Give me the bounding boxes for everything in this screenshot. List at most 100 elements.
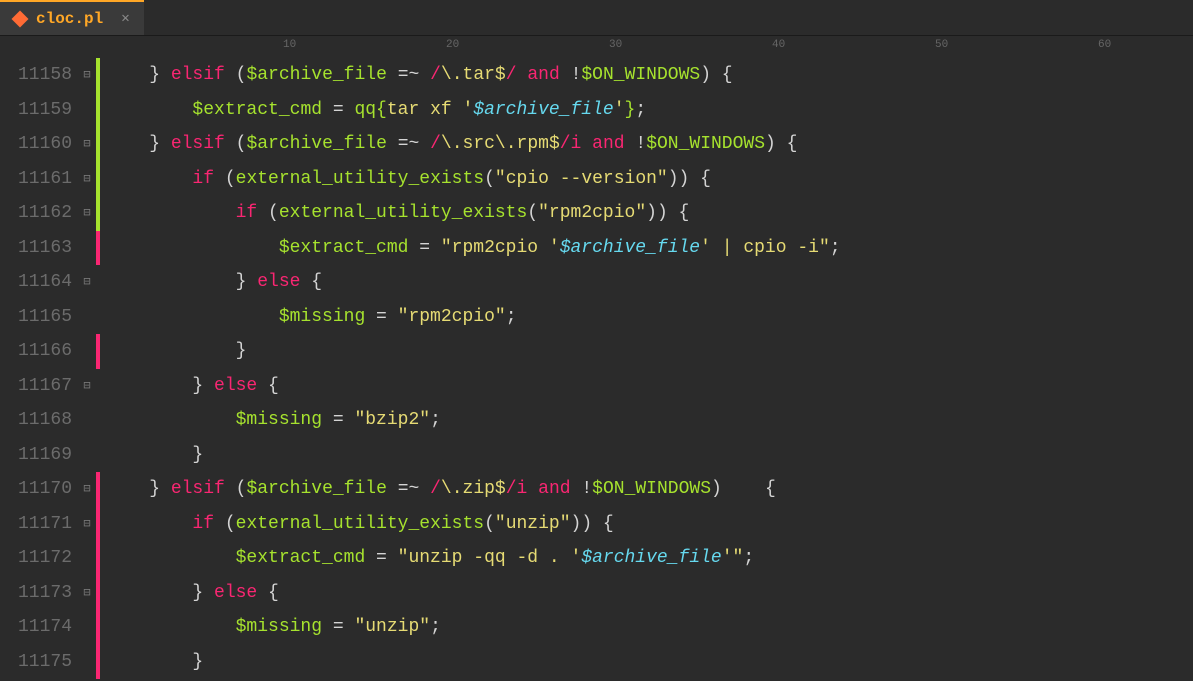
ruler: 102030405060 — [130, 36, 1193, 58]
token-id: $missing — [236, 617, 322, 637]
fold-toggle[interactable]: ⊟ — [78, 576, 96, 611]
token-kw: else — [214, 583, 257, 603]
token-varstr: $archive_file — [581, 548, 721, 568]
code-area[interactable]: } elsif ($archive_file =~ /\.tar$/ and !… — [100, 58, 1193, 679]
token-p — [106, 134, 149, 154]
token-op: = — [322, 410, 354, 430]
fold-toggle[interactable]: ⊟ — [78, 265, 96, 300]
line-number: 11169 — [0, 438, 72, 473]
token-p: ) { — [765, 134, 797, 154]
line-number: 11166 — [0, 334, 72, 369]
token-p: ( — [484, 514, 495, 534]
code-line[interactable]: } else { — [106, 369, 1193, 404]
token-p: } — [192, 652, 203, 672]
token-p: } — [149, 134, 171, 154]
code-line[interactable]: } elsif ($archive_file =~ /\.zip$/i and … — [106, 472, 1193, 507]
token-str: "unzip -qq -d . ' — [398, 548, 582, 568]
code-editor[interactable]: 1115811159111601116111162111631116411165… — [0, 58, 1193, 679]
token-p: { — [300, 272, 322, 292]
code-line[interactable]: } — [106, 334, 1193, 369]
token-p: ( — [214, 514, 236, 534]
token-kw: elsif — [171, 134, 225, 154]
code-line[interactable]: } else { — [106, 576, 1193, 611]
token-p: ( — [214, 169, 236, 189]
token-p: )) { — [668, 169, 711, 189]
fold-toggle[interactable]: ⊟ — [78, 472, 96, 507]
code-line[interactable]: if (external_utility_exists("unzip")) { — [106, 507, 1193, 542]
token-str: '" — [722, 548, 744, 568]
token-id: $archive_file — [246, 134, 386, 154]
token-p: ) { — [700, 65, 732, 85]
token-p: } — [149, 65, 171, 85]
token-p: ( — [225, 65, 247, 85]
code-line[interactable]: } — [106, 645, 1193, 680]
tab-cloc[interactable]: cloc.pl ✕ — [0, 0, 144, 35]
line-number: 11171 — [0, 507, 72, 542]
line-number: 11167 — [0, 369, 72, 404]
token-p — [106, 307, 279, 327]
fold-toggle[interactable]: ⊟ — [78, 196, 96, 231]
line-number: 11158 — [0, 58, 72, 93]
code-line[interactable]: } else { — [106, 265, 1193, 300]
token-op: = — [322, 100, 354, 120]
ruler-mark: 60 — [1098, 39, 1111, 51]
token-rg: /i — [506, 479, 528, 499]
token-p — [106, 548, 236, 568]
token-op: ! — [571, 479, 593, 499]
fold-toggle[interactable]: ⊟ — [78, 369, 96, 404]
fold-toggle[interactable]: ⊟ — [78, 507, 96, 542]
close-icon[interactable]: ✕ — [121, 10, 129, 27]
token-id: $extract_cmd — [192, 100, 322, 120]
token-p — [106, 410, 236, 430]
token-id: $missing — [236, 410, 322, 430]
fold-toggle — [78, 610, 96, 645]
token-str: ' | cpio -i" — [700, 238, 830, 258]
token-str: "rpm2cpio" — [538, 203, 646, 223]
code-line[interactable]: if (external_utility_exists("cpio --vers… — [106, 162, 1193, 197]
token-p: ( — [225, 479, 247, 499]
token-p — [106, 238, 279, 258]
code-line[interactable]: $missing = "unzip"; — [106, 610, 1193, 645]
token-p — [581, 134, 592, 154]
token-id: $archive_file — [246, 479, 386, 499]
token-str: "unzip" — [495, 514, 571, 534]
code-line[interactable]: if (external_utility_exists("rpm2cpio"))… — [106, 196, 1193, 231]
token-id: $ON_WINDOWS — [646, 134, 765, 154]
fold-toggle[interactable]: ⊟ — [78, 127, 96, 162]
token-varstr: $archive_file — [560, 238, 700, 258]
fold-toggle — [78, 541, 96, 576]
line-number: 11174 — [0, 610, 72, 645]
token-p: ( — [225, 134, 247, 154]
token-p: ; — [506, 307, 517, 327]
fold-toggle — [78, 403, 96, 438]
line-number: 11164 — [0, 265, 72, 300]
code-line[interactable]: $missing = "bzip2"; — [106, 403, 1193, 438]
token-rg: / — [506, 65, 517, 85]
fold-toggle — [78, 645, 96, 680]
fold-toggle[interactable]: ⊟ — [78, 162, 96, 197]
token-p: ; — [430, 617, 441, 637]
token-p: ; — [743, 548, 754, 568]
token-p — [106, 445, 192, 465]
code-line[interactable]: $extract_cmd = "rpm2cpio '$archive_file'… — [106, 231, 1193, 266]
ruler-mark: 40 — [772, 39, 785, 51]
token-id: $archive_file — [246, 65, 386, 85]
token-op: ! — [625, 134, 647, 154]
token-p: ( — [527, 203, 538, 223]
token-strin: ' — [614, 100, 625, 120]
line-number: 11163 — [0, 231, 72, 266]
token-p: { — [257, 376, 279, 396]
code-line[interactable]: $extract_cmd = qq{tar xf '$archive_file'… — [106, 93, 1193, 128]
token-p: ( — [257, 203, 279, 223]
token-kw: if — [192, 169, 214, 189]
token-qq: } — [625, 100, 636, 120]
code-line[interactable]: } elsif ($archive_file =~ /\.src\.rpm$/i… — [106, 127, 1193, 162]
fold-toggle[interactable]: ⊟ — [78, 58, 96, 93]
code-line[interactable]: $extract_cmd = "unzip -qq -d . '$archive… — [106, 541, 1193, 576]
code-line[interactable]: $missing = "rpm2cpio"; — [106, 300, 1193, 335]
token-str: "cpio --version" — [495, 169, 668, 189]
code-line[interactable]: } elsif ($archive_file =~ /\.tar$/ and !… — [106, 58, 1193, 93]
fold-toggle — [78, 231, 96, 266]
code-line[interactable]: } — [106, 438, 1193, 473]
token-strin: \.src\.rpm$ — [441, 134, 560, 154]
